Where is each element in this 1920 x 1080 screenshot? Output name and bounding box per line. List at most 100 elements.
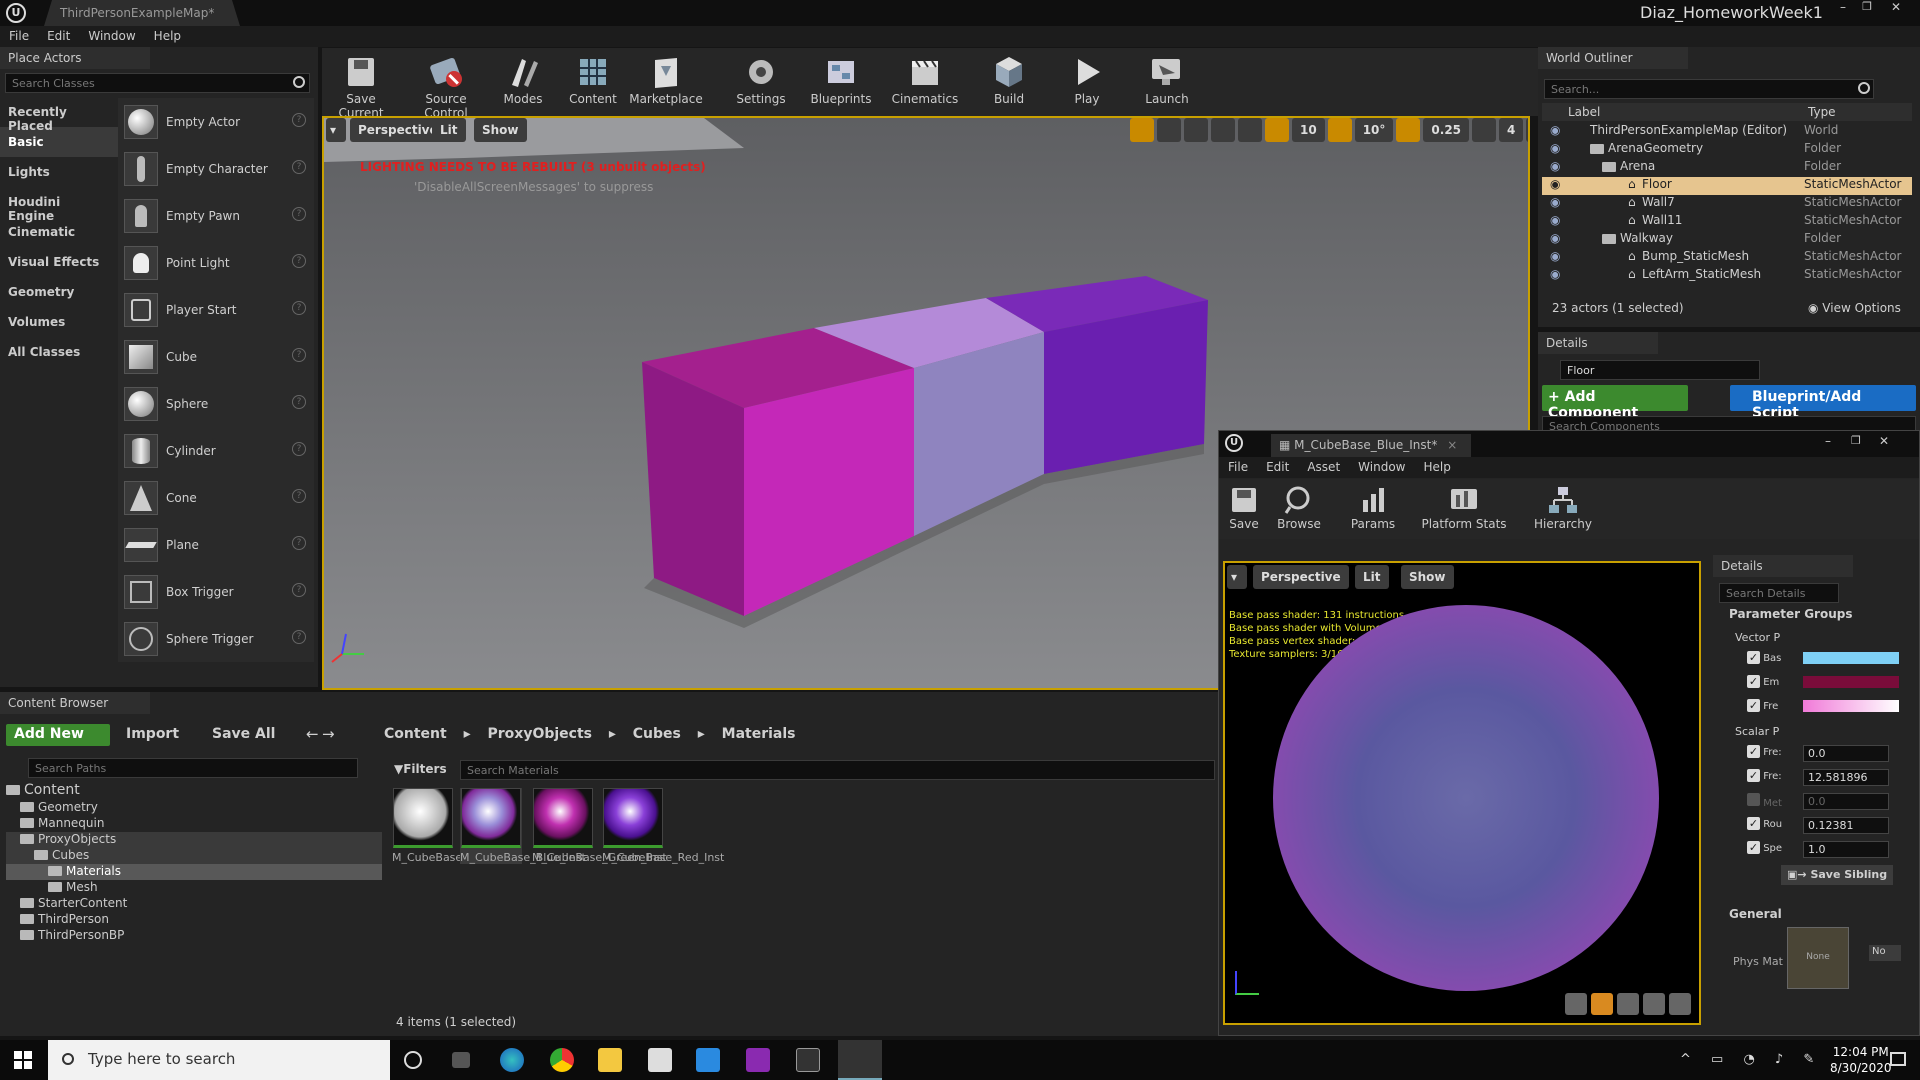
category-recently-placed[interactable]: Recently Placed [0, 97, 118, 133]
search-materials-input[interactable]: Search Materials [460, 760, 1215, 780]
content-button[interactable]: Content [558, 48, 628, 116]
scalar-value-field[interactable]: 1.0 [1803, 841, 1889, 858]
cylinder-shape-icon[interactable] [1565, 993, 1587, 1015]
add-new-button[interactable]: Add New [6, 724, 110, 746]
world-icon[interactable] [1211, 118, 1235, 142]
camera-speed[interactable]: 4 [1499, 118, 1524, 142]
show-button[interactable]: Show [474, 118, 527, 142]
import-button[interactable]: Import [126, 726, 179, 742]
search-paths-input[interactable]: Search Paths [28, 758, 358, 778]
platform-stats-button[interactable]: Platform Stats [1419, 479, 1509, 539]
cortana-icon[interactable] [404, 1051, 422, 1069]
material-tab[interactable]: ▦ M_CubeBase_Blue_Inst* × [1271, 434, 1471, 457]
actor-player-start[interactable]: Player Start? [118, 286, 314, 333]
show-button[interactable]: Show [1401, 565, 1454, 589]
actor-cube[interactable]: Cube? [118, 333, 314, 380]
sphere-shape-icon[interactable] [1591, 993, 1613, 1015]
tree-item-thirdperson[interactable]: ThirdPerson [6, 912, 382, 928]
help-icon[interactable]: ? [292, 395, 306, 409]
help-icon[interactable]: ? [292, 583, 306, 597]
viewport-options-button[interactable]: ▾ [326, 118, 346, 142]
lit-button[interactable]: Lit [432, 118, 466, 142]
close-button[interactable]: ✕ [1879, 434, 1889, 448]
phys-mat-dropdown[interactable]: No [1869, 945, 1901, 961]
tree-item-mesh[interactable]: Mesh [6, 880, 382, 896]
outliner-row[interactable]: ◉ Arena Folder [1542, 159, 1912, 177]
help-icon[interactable]: ? [292, 207, 306, 221]
tree-item-thirdpersonbp[interactable]: ThirdPersonBP [6, 928, 382, 944]
scale-icon[interactable] [1184, 118, 1208, 142]
rotation-snap-icon[interactable] [1327, 118, 1352, 142]
menu-file[interactable]: File [0, 26, 38, 46]
help-icon[interactable]: ? [292, 113, 306, 127]
mesh-shape-icon[interactable] [1669, 993, 1691, 1015]
browse-button[interactable]: Browse [1269, 479, 1329, 539]
actor-name-field[interactable]: Floor [1560, 360, 1760, 380]
scalar-value-field[interactable]: 0.0 [1803, 745, 1889, 762]
tree-item-startercontent[interactable]: StarterContent [6, 896, 382, 912]
unreal-taskbar-icon[interactable] [838, 1040, 882, 1080]
actor-cylinder[interactable]: Cylinder? [118, 427, 314, 474]
viewport-options-button[interactable]: ▾ [1227, 565, 1247, 589]
source-control-button[interactable]: Source Control [406, 48, 486, 120]
add-component-button[interactable]: + Add Component [1542, 385, 1688, 421]
file-explorer-icon[interactable] [598, 1048, 622, 1072]
maximize-button[interactable]: ❐ [1851, 434, 1861, 447]
chrome-icon[interactable] [550, 1048, 574, 1072]
translate-icon[interactable] [1130, 118, 1154, 142]
help-icon[interactable]: ? [292, 489, 306, 503]
checkbox[interactable]: ✓ [1747, 675, 1760, 688]
save-current-button[interactable]: Save Current [326, 48, 396, 120]
maximize-button[interactable]: ❐ [1856, 0, 1878, 14]
scalar-param-row[interactable]: ✓ Spe 1.0 [1747, 841, 1913, 859]
notifications-icon[interactable] [1890, 1052, 1906, 1066]
help-icon[interactable]: ? [292, 301, 306, 315]
save-all-button[interactable]: Save All [212, 726, 275, 742]
search-details-input[interactable]: Search Details [1719, 583, 1839, 603]
actor-empty-pawn[interactable]: Empty Pawn? [118, 192, 314, 239]
scalar-param-row[interactable]: ✓ Rou 0.12381 [1747, 817, 1913, 835]
asset-m-cubebase-red-inst[interactable]: M_CubeBase_Red_Inst [602, 788, 724, 864]
asset-m-cubebase-blue-inst[interactable]: M_CubeBase_Blue_Inst [460, 788, 586, 864]
actor-empty-actor[interactable]: Empty Actor? [118, 98, 314, 145]
mail-icon[interactable] [696, 1048, 720, 1072]
epic-games-icon[interactable] [796, 1048, 820, 1072]
modes-button[interactable]: Modes [488, 48, 558, 116]
actor-sphere[interactable]: Sphere? [118, 380, 314, 427]
tree-item-cubes[interactable]: Cubes [6, 848, 382, 864]
tree-item-materials[interactable]: Materials [6, 864, 382, 880]
perspective-button[interactable]: Perspective [1253, 565, 1349, 589]
actor-empty-character[interactable]: Empty Character? [118, 145, 314, 192]
blueprint-add-script-button[interactable]: Blueprint/Add Script [1730, 385, 1916, 421]
scalar-value-field[interactable]: 0.12381 [1803, 817, 1889, 834]
category-visual-effects[interactable]: Visual Effects [0, 247, 118, 277]
lit-button[interactable]: Lit [1355, 565, 1389, 589]
scale-size[interactable]: 0.25 [1423, 118, 1470, 142]
vector-param-row[interactable]: ✓ Em [1747, 675, 1913, 691]
forward-arrow-icon[interactable]: → [322, 725, 335, 743]
help-icon[interactable]: ? [292, 254, 306, 268]
filters-button[interactable]: ▼Filters [394, 762, 447, 776]
clock[interactable]: 12:04 PM 8/30/2020 [1830, 1044, 1892, 1076]
maximize-viewport-icon[interactable] [1526, 118, 1528, 142]
outliner-row[interactable]: ◉ ThirdPersonExampleMap (Editor) World [1542, 123, 1912, 141]
help-icon[interactable]: ? [292, 160, 306, 174]
vector-param-row[interactable]: ✓ Bas [1747, 651, 1913, 667]
scalar-value-field[interactable]: 0.0 [1803, 793, 1889, 810]
view-options-button[interactable]: ◉ View Options [1808, 301, 1901, 315]
plane-shape-icon[interactable] [1617, 993, 1639, 1015]
category-lights[interactable]: Lights [0, 157, 118, 187]
back-arrow-icon[interactable]: ← [306, 725, 319, 743]
category-all-classes[interactable]: All Classes [0, 337, 118, 367]
help-icon[interactable]: ? [292, 348, 306, 362]
outliner-row[interactable]: ◉ Walkway Folder [1542, 231, 1912, 249]
menu-help[interactable]: Help [145, 26, 190, 46]
actor-point-light[interactable]: Point Light? [118, 239, 314, 286]
minimize-button[interactable]: – [1832, 0, 1854, 14]
params-button[interactable]: Params [1343, 479, 1403, 539]
minimize-button[interactable]: – [1825, 434, 1831, 448]
menu-window[interactable]: Window [79, 26, 144, 46]
store-icon[interactable] [648, 1048, 672, 1072]
category-volumes[interactable]: Volumes [0, 307, 118, 337]
scalar-param-row[interactable]: ✓ Fre: 0.0 [1747, 745, 1913, 763]
